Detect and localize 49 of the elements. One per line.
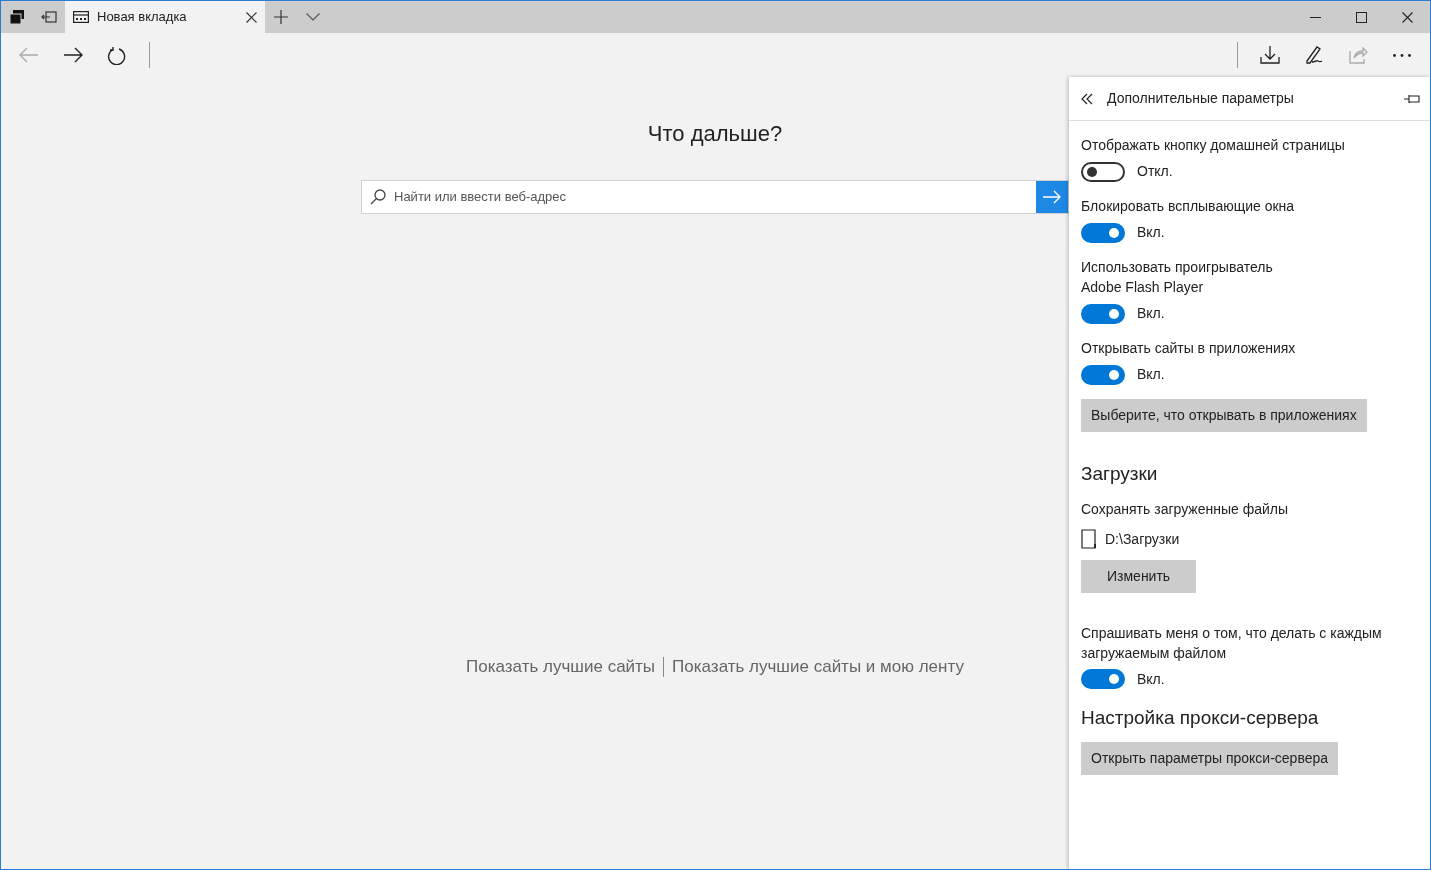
- refresh-icon: [107, 45, 127, 65]
- page-icon: [73, 11, 89, 23]
- folder-path: D:\Загрузки: [1105, 529, 1180, 549]
- section-heading: Загрузки: [1081, 462, 1159, 486]
- toggle-state: Вкл.: [1137, 669, 1165, 689]
- page-heading: Что дальше?: [647, 120, 783, 148]
- tab-title: Новая вкладка: [97, 8, 188, 27]
- panel-title: Дополнительные параметры: [1107, 89, 1295, 108]
- double-chevron-left-icon[interactable]: [1081, 92, 1093, 105]
- toggle-switch[interactable]: [1081, 669, 1125, 689]
- setting-label: Использовать проигрыватель Adobe Flash Player: [1081, 258, 1274, 297]
- settings-button[interactable]: Выберите, что открывать в приложениях: [1081, 399, 1367, 432]
- toggle-state: Вкл.: [1137, 365, 1165, 384]
- go-button[interactable]: [1036, 181, 1068, 213]
- tab-arrow-icon: [41, 10, 57, 24]
- setting-label: Блокировать всплывающие окна: [1081, 197, 1296, 216]
- back-arrow-icon: [19, 45, 39, 65]
- toggle-switch[interactable]: [1081, 161, 1125, 182]
- close-icon: [1401, 11, 1413, 23]
- setting-label: Открывать сайты в приложениях: [1081, 339, 1297, 358]
- arrow-right-icon: [1043, 190, 1061, 204]
- toggle-switch[interactable]: [1081, 303, 1125, 324]
- plus-icon: [274, 10, 288, 24]
- page-link[interactable]: Показать лучшие сайты и мою ленту: [672, 654, 964, 680]
- chevron-down-icon: [306, 13, 320, 21]
- maximize-icon: [1355, 11, 1367, 23]
- settings-button[interactable]: Открыть параметры прокси-сервера: [1081, 742, 1339, 775]
- browser-tab[interactable]: Новая вкладка: [65, 1, 265, 33]
- download-icon: [1260, 45, 1280, 65]
- folder-icon: [1081, 529, 1097, 549]
- settings-button[interactable]: Изменить: [1081, 559, 1197, 593]
- toggle-switch[interactable]: [1081, 222, 1125, 243]
- setting-label: Отображать кнопку домашней страницы: [1081, 136, 1346, 155]
- toggle-switch[interactable]: [1081, 364, 1125, 385]
- close-icon[interactable]: [246, 11, 257, 23]
- setting-label: Спрашивать меня о том, что делать с каждым загружаемым файлом: [1081, 623, 1383, 663]
- search-icon: [370, 189, 386, 205]
- toggle-state: Вкл.: [1137, 223, 1165, 242]
- setting-label: Сохранять загруженные файлы: [1081, 499, 1290, 519]
- toggle-state: Откл.: [1137, 162, 1173, 181]
- page-link[interactable]: Показать лучшие сайты: [466, 654, 656, 680]
- share-icon: [1348, 45, 1368, 65]
- pen-icon: [1304, 45, 1324, 65]
- toggle-state: Вкл.: [1137, 304, 1165, 323]
- section-heading: Настройка прокси-сервера: [1081, 705, 1320, 730]
- more-icon: [1393, 53, 1411, 57]
- forward-arrow-icon: [63, 45, 83, 65]
- pin-icon[interactable]: [1404, 93, 1420, 104]
- windows-icon: [10, 10, 24, 24]
